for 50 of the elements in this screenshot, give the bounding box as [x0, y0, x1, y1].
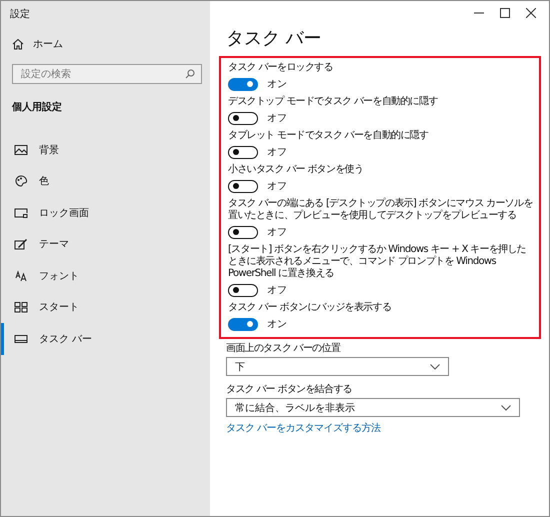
- toggle-state: オン: [267, 318, 287, 331]
- taskbar-icon: [14, 332, 28, 345]
- toggle-switch[interactable]: [228, 180, 258, 192]
- palette-icon: [14, 175, 28, 188]
- search-field[interactable]: 設定の検索: [12, 64, 202, 84]
- toggle-state: オフ: [267, 226, 287, 239]
- page-title: タスク バー: [226, 27, 322, 50]
- toggle-state: オフ: [267, 284, 287, 297]
- toggle-switch[interactable]: [228, 318, 258, 330]
- toggle-state: オフ: [267, 112, 287, 125]
- dropdown-label: タスク バー ボタンを結合する: [226, 384, 353, 396]
- setting-label: [スタート] ボタンを右クリックするか Windows キー + X キーを押したときに表示されるメニューで、コマンド プロンプトを Windows PowerShell に置き換える: [228, 244, 528, 280]
- sidebar-item[interactable]: ロック画面: [1, 197, 210, 228]
- setting-label: タスク バー ボタンにバッジを表示する: [228, 302, 392, 314]
- sidebar-item[interactable]: 背景: [1, 134, 210, 166]
- font-icon: [14, 270, 28, 282]
- sidebar-item[interactable]: スタート: [1, 292, 210, 323]
- screen-icon: [14, 206, 28, 219]
- toggle-switch[interactable]: [228, 284, 258, 296]
- home-link[interactable]: ホーム: [12, 37, 63, 51]
- toggle-switch[interactable]: [228, 146, 258, 158]
- section-heading: 個人用設定: [12, 100, 62, 114]
- image-icon: [14, 144, 28, 156]
- setting-label: タブレット モードでタスク バーを自動的に隠す: [228, 130, 430, 142]
- search-icon: [185, 69, 195, 79]
- help-link[interactable]: タスク バーをカスタマイズする方法: [226, 421, 381, 435]
- close-button[interactable]: [526, 8, 536, 18]
- toggle-state: オン: [267, 78, 287, 91]
- window-title: 設定: [10, 8, 30, 21]
- dropdown-label: 画面上のタスク バーの位置: [226, 343, 342, 355]
- sidebar-item[interactable]: 色: [1, 166, 210, 197]
- home-icon: [12, 38, 24, 50]
- toggle-switch[interactable]: [228, 226, 258, 238]
- toggle-state: オフ: [267, 146, 287, 159]
- brush-icon: [14, 238, 28, 250]
- setting-label: 小さいタスク バー ボタンを使う: [228, 164, 364, 176]
- setting-label: タスク バーの端にある [デスクトップの表示] ボタンにマウス カーソルを置いたときに、プレビューを使用してデスクトップをプレビューする: [228, 198, 534, 222]
- dropdown[interactable]: 常に結合、ラベルを非表示: [226, 398, 520, 417]
- tiles-icon: [14, 301, 28, 314]
- toggle-switch[interactable]: [228, 112, 258, 124]
- setting-label: デスクトップ モードでタスク バーを自動的に隠す: [228, 96, 439, 108]
- chevron-icon: [430, 364, 440, 370]
- toggle-switch[interactable]: [228, 78, 258, 90]
- toggle-state: オフ: [267, 180, 287, 193]
- dropdown[interactable]: 下: [226, 357, 449, 376]
- setting-label: タスク バーをロックする: [228, 62, 334, 74]
- maximize-button[interactable]: [500, 8, 510, 18]
- chevron-icon: [501, 404, 511, 410]
- sidebar-item[interactable]: テーマ: [1, 228, 210, 260]
- sidebar-item[interactable]: フォント: [1, 260, 210, 292]
